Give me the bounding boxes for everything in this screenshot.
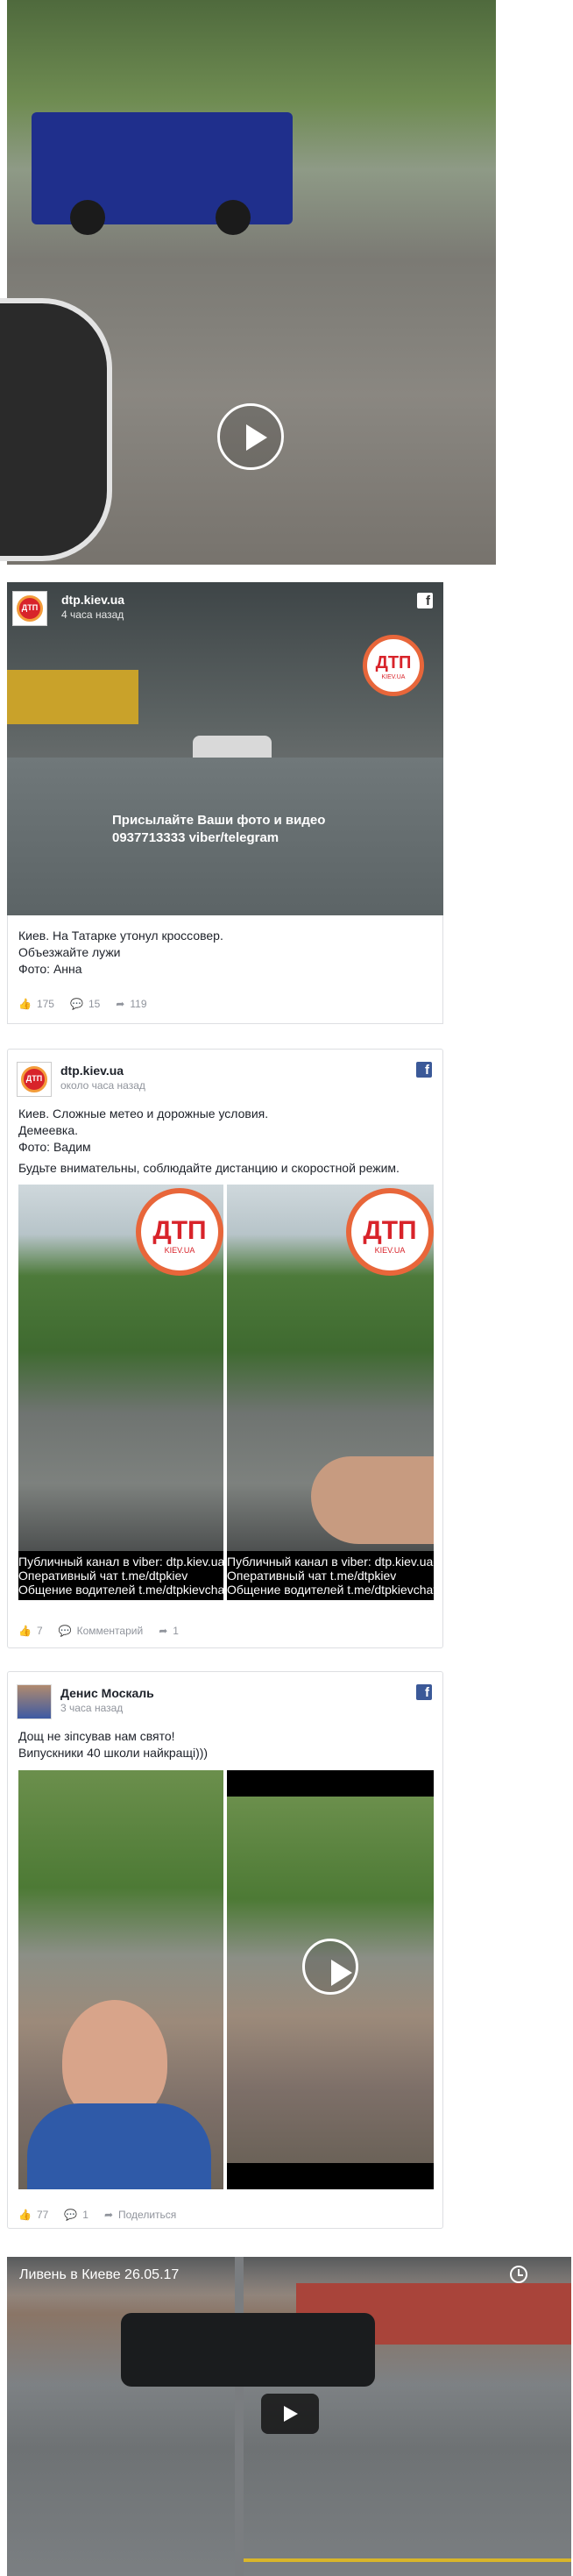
post-card-1: ДТП dtp.kiev.ua 4 часа назад f ДТП KIEV.…	[7, 582, 443, 1024]
video-1[interactable]	[0, 0, 496, 565]
overlay-line: Присылайте Ваши фото и видео	[112, 813, 326, 828]
post-text-line: Киев. На Татарке утонул кроссовер.	[18, 929, 223, 943]
hand	[311, 1456, 434, 1544]
caption-line: Публичный канал в viber: dtp.kiev.ua	[18, 1555, 223, 1569]
post-card-3: Денис Москаль 3 часа назад f Дощ не зіпс…	[7, 1671, 443, 2229]
like-count[interactable]: 77	[37, 2209, 48, 2221]
dtp-logo: ДТП KIEV.UA	[363, 635, 424, 696]
caption-line: Публичный канал в viber: dtp.kiev.ua	[227, 1555, 434, 1569]
share-label[interactable]: Поделиться	[118, 2209, 176, 2221]
comment-count[interactable]: 1	[82, 2209, 88, 2221]
overlay-line: 0937713333 viber/telegram	[112, 830, 279, 845]
post-text-line: Киев. Сложные метео и дорожные условия.	[18, 1107, 269, 1121]
video-frame-right[interactable]	[227, 1770, 434, 2189]
comment-label[interactable]: Комментарий	[77, 1625, 144, 1637]
share-count[interactable]: 1	[173, 1625, 179, 1637]
play-button[interactable]	[261, 2394, 319, 2434]
post-card-2: ДТП dtp.kiev.ua около часа назад f Киев.…	[7, 1049, 443, 1648]
share-icon[interactable]: ➦	[104, 2209, 113, 2221]
like-count[interactable]: 7	[37, 1625, 43, 1637]
billboard	[7, 670, 138, 724]
post-text-line: Дощ не зіпсував нам свято!	[18, 1729, 175, 1743]
caption-strip: Публичный канал в viber: dtp.kiev.ua Опе…	[227, 1551, 434, 1600]
post-time[interactable]: около часа назад	[60, 1079, 145, 1092]
post-image[interactable]: ДТП dtp.kiev.ua 4 часа назад f ДТП KIEV.…	[7, 582, 443, 915]
post-stats: 👍 7 💬 Комментарий ➦ 1	[18, 1625, 179, 1637]
caption-strip: Публичный канал в viber: dtp.kiev.ua Опе…	[18, 1551, 223, 1600]
facebook-icon[interactable]: f	[416, 1684, 432, 1700]
page-avatar[interactable]: ДТП	[12, 591, 47, 626]
user-name[interactable]: Денис Москаль	[60, 1686, 154, 1700]
page-name[interactable]: dtp.kiev.ua	[61, 593, 124, 607]
like-icon[interactable]: 👍	[18, 2209, 32, 2221]
like-icon[interactable]: 👍	[18, 1625, 32, 1637]
share-icon[interactable]: ➦	[116, 998, 124, 1010]
post-time[interactable]: 3 часа назад	[60, 1702, 123, 1714]
post-text-line: Фото: Анна	[18, 962, 82, 976]
video-title[interactable]: Ливень в Киеве 26.05.17	[19, 2267, 179, 2283]
share-icon[interactable]: ➦	[159, 1625, 167, 1637]
side-mirror	[0, 298, 112, 561]
dark-suv	[121, 2313, 375, 2387]
post-body: Киев. На Татарке утонул кроссовер. Объез…	[7, 915, 443, 1024]
blue-van	[32, 112, 293, 224]
like-count[interactable]: 175	[37, 998, 54, 1010]
comment-icon[interactable]: 💬	[64, 2209, 77, 2221]
post-stats: 👍 77 💬 1 ➦ Поделиться	[18, 2209, 176, 2221]
share-count[interactable]: 119	[130, 998, 146, 1010]
post-time[interactable]: 4 часа назад	[61, 608, 124, 621]
post-text-line: Випускники 40 школи найкращі)))	[18, 1746, 209, 1760]
user-avatar[interactable]	[17, 1684, 52, 1719]
pole	[235, 2257, 244, 2576]
comment-icon[interactable]: 💬	[70, 998, 83, 1010]
van-wheel	[70, 200, 105, 235]
dtp-logo: ДТП KIEV.UA	[346, 1188, 434, 1276]
post-text-line: Фото: Вадим	[18, 1140, 91, 1154]
like-icon[interactable]: 👍	[18, 998, 32, 1010]
post-text-line: Будьте внимательны, соблюдайте дистанцию…	[18, 1161, 400, 1175]
facebook-icon[interactable]: f	[417, 593, 433, 608]
caption-line: Оперативный чат t.me/dtpkiev	[18, 1569, 188, 1583]
van-wheel	[216, 200, 251, 235]
caption-line: Общение водителей t.me/dtpkievchat	[18, 1583, 223, 1597]
play-button[interactable]	[302, 1939, 358, 1995]
facebook-icon[interactable]: f	[416, 1062, 432, 1078]
play-button[interactable]	[217, 403, 284, 470]
post-image-right[interactable]: ДТП KIEV.UA Публичный канал в viber: dtp…	[227, 1185, 434, 1600]
dtp-logo: ДТП KIEV.UA	[136, 1188, 223, 1276]
post-image-left[interactable]	[18, 1770, 223, 2189]
road-marking	[244, 2558, 571, 2562]
video-2[interactable]: Ливень в Киеве 26.05.17	[7, 2257, 571, 2576]
post-text-line: Объезжайте лужи	[18, 945, 121, 959]
page-avatar[interactable]: ДТП	[17, 1062, 52, 1097]
comment-count[interactable]: 15	[88, 998, 100, 1010]
comment-icon[interactable]: 💬	[59, 1625, 72, 1637]
page-name[interactable]: dtp.kiev.ua	[60, 1064, 124, 1078]
post-stats: 👍 175 💬 15 ➦ 119	[18, 998, 147, 1010]
person-jacket	[27, 2103, 211, 2189]
post-image-left[interactable]: ДТП KIEV.UA Публичный канал в viber: dtp…	[18, 1185, 223, 1600]
caption-line: Оперативный чат t.me/dtpkiev	[227, 1569, 397, 1583]
clock-icon[interactable]	[510, 2266, 527, 2283]
post-text-line: Демеевка.	[18, 1123, 79, 1137]
caption-line: Общение водителей t.me/dtpkievchat	[227, 1583, 434, 1597]
